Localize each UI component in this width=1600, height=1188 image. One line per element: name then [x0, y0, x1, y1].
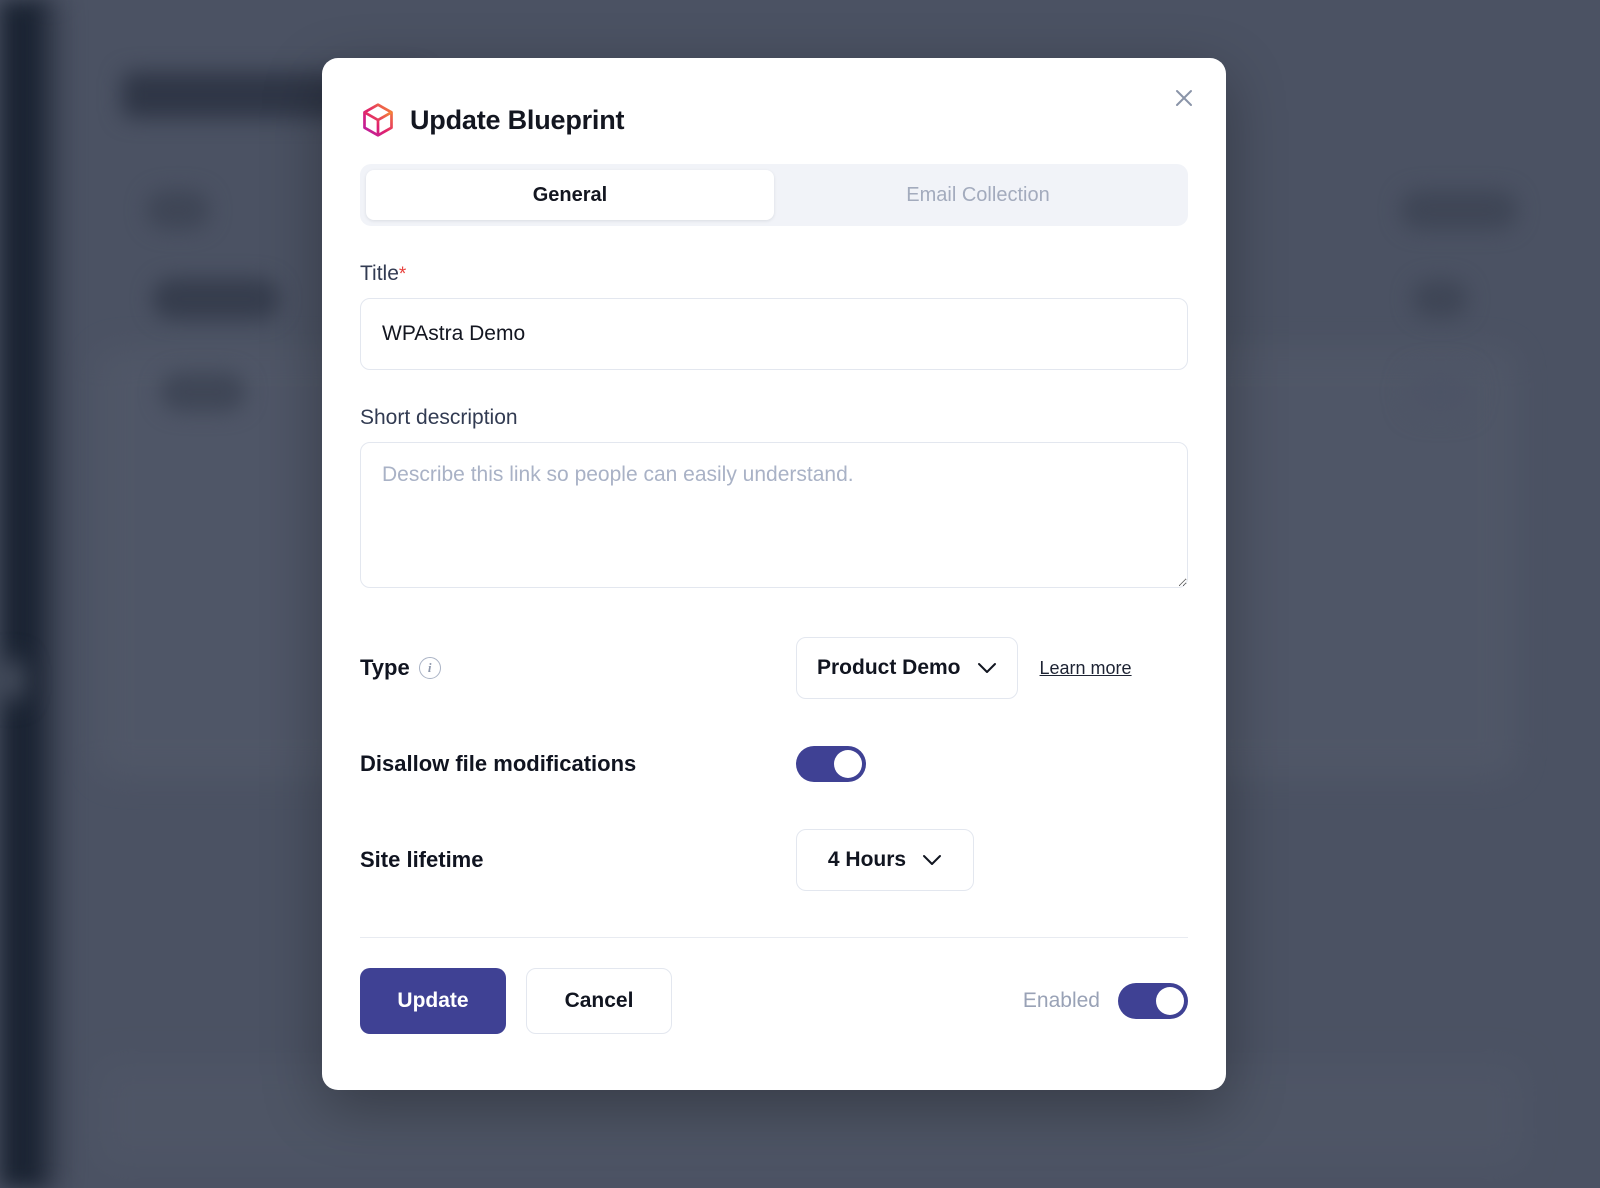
title-input[interactable] — [360, 298, 1188, 370]
background-blob-2 — [0, 660, 22, 700]
page-title: Update Blueprint — [410, 104, 625, 135]
update-button[interactable]: Update — [360, 968, 506, 1034]
disallow-file-modifications-row: Disallow file modifications — [360, 729, 1188, 799]
type-select[interactable]: Product Demo — [796, 637, 1018, 699]
tab-bar: General Email Collection — [360, 164, 1188, 226]
site-lifetime-label: Site lifetime — [360, 847, 484, 872]
chevron-down-icon — [923, 855, 942, 865]
info-icon[interactable]: i — [418, 657, 441, 679]
background-sidebar-edge — [44, 0, 58, 1188]
cancel-button[interactable]: Cancel — [526, 968, 672, 1034]
dialog-footer: Update Cancel Enabled — [360, 938, 1188, 1034]
tab-general[interactable]: General — [366, 170, 774, 220]
type-row: Type i Product Demo Learn more — [360, 633, 1188, 703]
enabled-toggle[interactable] — [1118, 983, 1188, 1019]
site-lifetime-select-value: 4 Hours — [827, 848, 907, 871]
learn-more-link[interactable]: Learn more — [1040, 658, 1132, 679]
type-select-value: Product Demo — [817, 656, 961, 679]
background-pill-5 — [160, 372, 246, 412]
chevron-down-icon — [977, 663, 996, 673]
background-pill-1 — [146, 190, 210, 230]
short-description-label: Short description — [360, 406, 518, 429]
close-icon-glyph — [1176, 90, 1192, 106]
site-lifetime-row: Site lifetime 4 Hours — [360, 825, 1188, 895]
background-pill-3 — [152, 278, 280, 320]
cube-logo-glyph — [363, 103, 393, 137]
background-sidebar — [0, 0, 48, 1188]
type-label: Type i — [360, 655, 796, 681]
required-marker: * — [398, 264, 407, 285]
type-label-text: Type — [360, 655, 410, 680]
tab-email-collection[interactable]: Email Collection — [774, 170, 1182, 220]
site-lifetime-select[interactable]: 4 Hours — [796, 829, 974, 891]
cube-logo-icon — [360, 102, 396, 138]
background-pill-2 — [1400, 190, 1518, 230]
disallow-file-modifications-toggle[interactable] — [796, 746, 866, 782]
toggle-knob — [834, 750, 862, 778]
background-blob-1 — [1410, 372, 1470, 412]
enabled-control: Enabled — [1023, 983, 1188, 1019]
short-description-textarea[interactable] — [360, 442, 1188, 588]
toggle-knob — [1156, 987, 1184, 1015]
title-label-text: Title — [360, 262, 399, 285]
close-icon[interactable] — [1166, 80, 1202, 116]
dialog-header: Update Blueprint — [360, 58, 1188, 138]
update-blueprint-dialog: Update Blueprint General Email Collectio… — [322, 58, 1226, 1090]
title-label: Title* — [360, 262, 1188, 286]
background-pill-4 — [1412, 280, 1468, 318]
disallow-file-modifications-label: Disallow file modifications — [360, 751, 637, 776]
enabled-label: Enabled — [1022, 989, 1100, 1012]
